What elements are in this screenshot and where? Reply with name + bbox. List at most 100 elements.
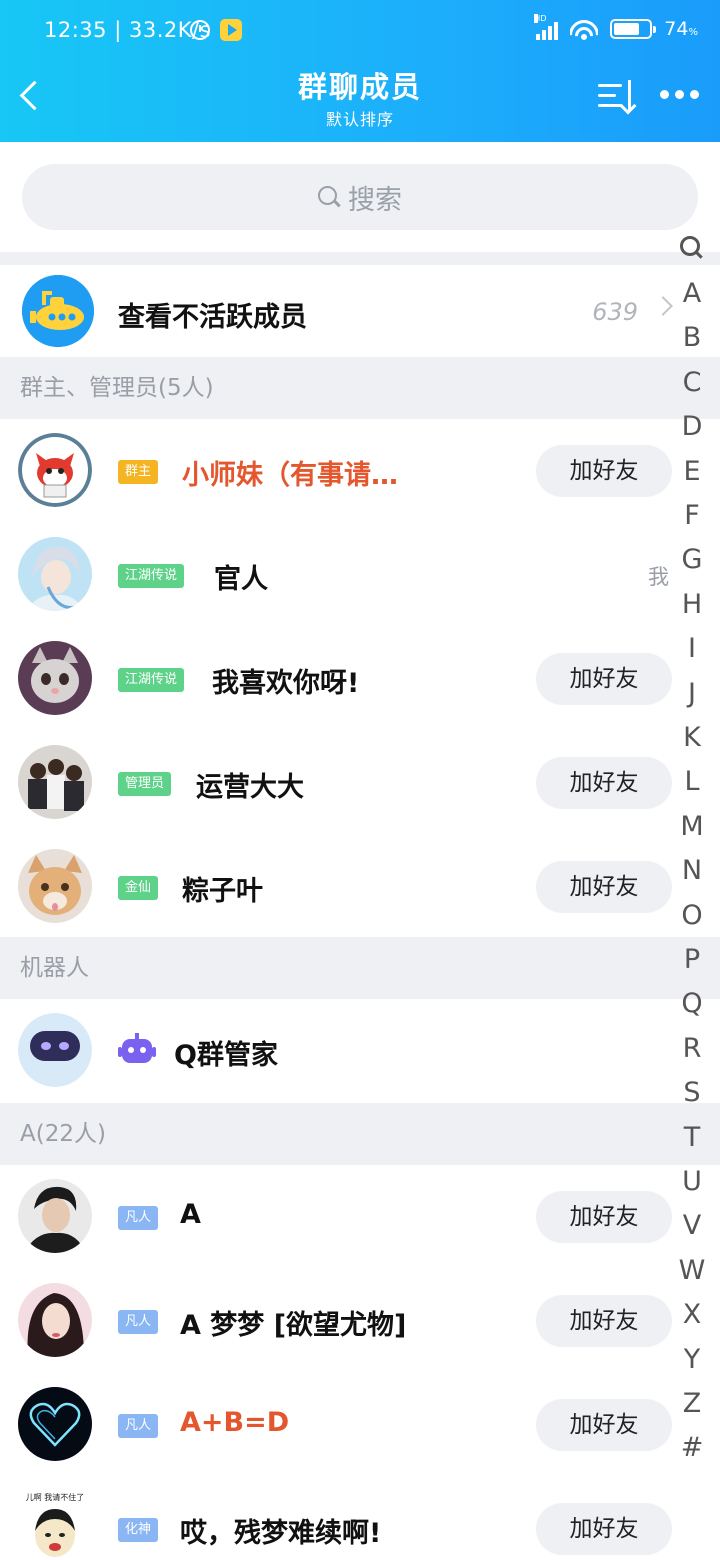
index-letter-l[interactable]: L <box>672 766 712 798</box>
index-letter-q[interactable]: Q <box>672 988 712 1020</box>
hd-label: HD <box>534 14 547 23</box>
member-title-badge: 金仙 <box>118 876 159 900</box>
cell-signal-icon: HD <box>534 14 559 40</box>
avatar <box>18 745 92 819</box>
avatar-caption: 儿啊 我请不住了 <box>26 1492 85 1502</box>
avatar <box>18 1283 92 1357</box>
add-friend-button[interactable]: 加好友 <box>536 757 672 809</box>
avatar <box>18 1179 92 1253</box>
index-letter-f[interactable]: F <box>672 500 712 532</box>
battery-percent: 74% <box>664 18 698 40</box>
battery-fill <box>614 23 640 35</box>
index-letter-b[interactable]: B <box>672 322 712 354</box>
index-letter-hash[interactable]: # <box>672 1432 712 1464</box>
member-name: A <box>180 1199 201 1230</box>
status-time: 12:35 | 33.2K/s <box>44 18 212 42</box>
section-header-admins: 群主、管理员(5人) <box>0 357 720 419</box>
index-letter-n[interactable]: N <box>672 855 712 887</box>
inactive-members-label: 查看不活跃成员 <box>118 302 307 333</box>
member-name: 哎，残梦难续啊! <box>180 1518 382 1549</box>
member-name: A 梦梦 [欲望尤物] <box>180 1310 407 1341</box>
index-letter-i[interactable]: I <box>672 633 712 665</box>
alarm-icon <box>190 20 210 40</box>
inactive-members-count: 639 <box>592 298 638 326</box>
search-area: 搜索 <box>0 142 720 252</box>
member-row[interactable]: 管理员 运营大大 加好友 <box>0 731 720 835</box>
member-row[interactable]: 群主 小师妹（有事请… 加好友 <box>0 419 720 523</box>
add-friend-button[interactable]: 加好友 <box>536 861 672 913</box>
index-letter-c[interactable]: C <box>672 367 712 399</box>
wifi-icon <box>570 18 599 40</box>
index-letter-h[interactable]: H <box>672 589 712 621</box>
add-friend-button[interactable]: 加好友 <box>536 1191 672 1243</box>
chevron-right-icon <box>653 296 673 316</box>
index-letter-x[interactable]: X <box>672 1299 712 1331</box>
sort-icon[interactable] <box>596 78 640 115</box>
search-icon <box>318 186 340 208</box>
robot-name: Q群管家 <box>174 1040 278 1071</box>
status-left-icons <box>190 19 242 41</box>
member-row[interactable]: 凡人 A 梦梦 [欲望尤物] 加好友 <box>0 1269 720 1373</box>
member-row[interactable]: 凡人 A+B=D 加好友 <box>0 1373 720 1477</box>
search-input[interactable]: 搜索 <box>22 164 698 230</box>
index-letter-v[interactable]: V <box>672 1210 712 1242</box>
member-title-badge: 凡人 <box>118 1206 159 1230</box>
member-name: 官人 <box>214 564 268 595</box>
member-row[interactable]: 凡人 A 加好友 <box>0 1165 720 1269</box>
index-letter-s[interactable]: S <box>672 1077 712 1109</box>
submarine-icon <box>22 275 94 347</box>
member-name: 粽子叶 <box>182 876 263 907</box>
more-options-icon[interactable] <box>660 90 699 99</box>
index-letter-r[interactable]: R <box>672 1033 712 1065</box>
avatar <box>18 1387 92 1461</box>
index-letter-w[interactable]: W <box>672 1255 712 1287</box>
index-letter-a[interactable]: A <box>672 278 712 310</box>
index-letter-m[interactable]: M <box>672 811 712 843</box>
index-letter-y[interactable]: Y <box>672 1344 712 1376</box>
robot-row[interactable]: Q群管家 <box>0 999 720 1103</box>
index-letter-z[interactable]: Z <box>672 1388 712 1420</box>
status-right-icons: HD 74% <box>534 14 698 40</box>
index-letter-d[interactable]: D <box>672 411 712 443</box>
add-friend-button[interactable]: 加好友 <box>536 1295 672 1347</box>
index-search-icon[interactable] <box>680 236 704 260</box>
add-friend-button[interactable]: 加好友 <box>536 653 672 705</box>
avatar <box>18 537 92 611</box>
avatar <box>18 849 92 923</box>
avatar: 儿啊 我请不住了 <box>18 1491 92 1560</box>
section-header-robots: 机器人 <box>0 937 720 999</box>
search-placeholder: 搜索 <box>348 184 402 216</box>
index-letter-g[interactable]: G <box>672 544 712 576</box>
index-letter-t[interactable]: T <box>672 1122 712 1154</box>
inactive-members-row[interactable]: 查看不活跃成员 639 <box>0 265 720 357</box>
index-letter-p[interactable]: P <box>672 944 712 976</box>
member-title-badge: 凡人 <box>118 1414 159 1438</box>
member-row[interactable]: 金仙 粽子叶 加好友 <box>0 835 720 939</box>
member-row[interactable]: 江湖传说 我喜欢你呀! 加好友 <box>0 627 720 731</box>
add-friend-button[interactable]: 加好友 <box>536 1503 672 1555</box>
me-label: 我 <box>648 565 669 589</box>
member-title-badge: 江湖传说 <box>118 564 185 588</box>
index-letter-j[interactable]: J <box>672 678 712 710</box>
avatar <box>18 641 92 715</box>
member-row[interactable]: 儿啊 我请不住了 化神 哎，残梦难续啊! 加好友 <box>0 1477 720 1560</box>
divider <box>0 252 720 265</box>
index-letter-u[interactable]: U <box>672 1166 712 1198</box>
index-letter-k[interactable]: K <box>672 722 712 754</box>
clock-text: 12:35 <box>44 18 108 42</box>
add-friend-button[interactable]: 加好友 <box>536 445 672 497</box>
index-letter-o[interactable]: O <box>672 900 712 932</box>
member-title-badge: 群主 <box>118 460 159 484</box>
status-bar: 12:35 | 33.2K/s HD 74% <box>0 0 720 64</box>
robot-icon <box>118 1033 156 1067</box>
member-title-badge: 江湖传说 <box>118 668 185 692</box>
index-letter-e[interactable]: E <box>672 456 712 488</box>
member-title-badge: 凡人 <box>118 1310 159 1334</box>
member-row[interactable]: 江湖传说 官人 我 <box>0 523 720 627</box>
add-friend-button[interactable]: 加好友 <box>536 1399 672 1451</box>
member-name: 运营大大 <box>196 772 304 803</box>
section-header-a: A(22人) <box>0 1103 720 1165</box>
member-name: 小师妹（有事请… <box>182 460 398 491</box>
member-title-badge: 管理员 <box>118 772 172 796</box>
avatar <box>18 433 92 507</box>
